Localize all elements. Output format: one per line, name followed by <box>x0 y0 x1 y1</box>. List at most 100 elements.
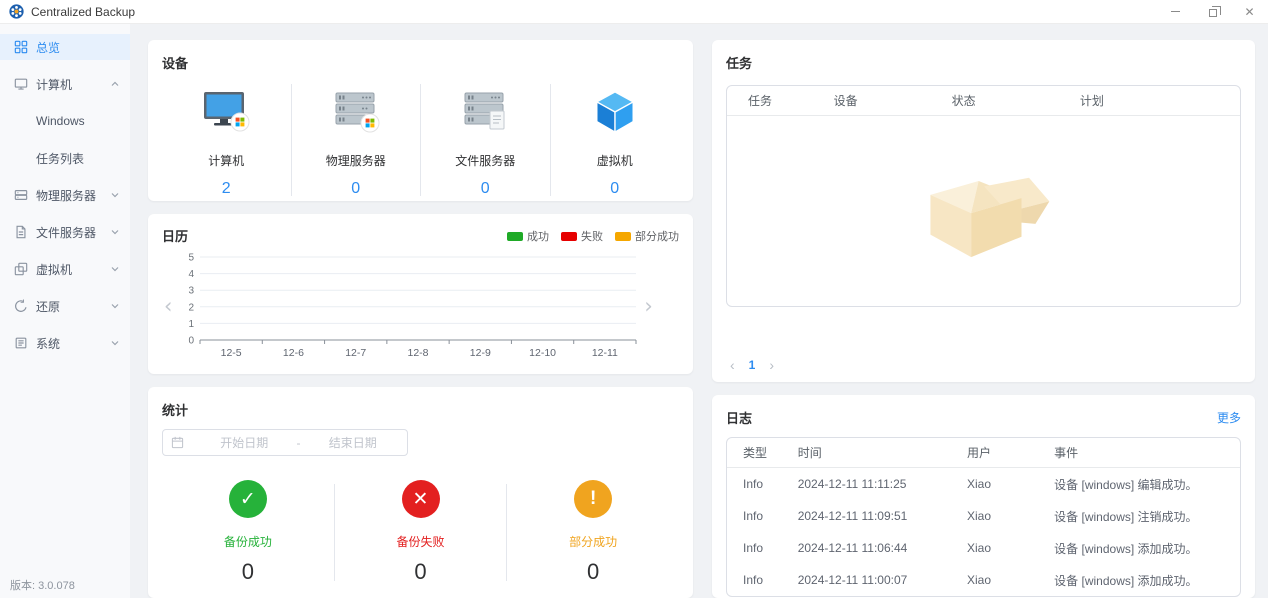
device-type-label: 计算机 <box>208 154 245 168</box>
legend-item[interactable]: 部分成功 <box>615 228 679 244</box>
log-cell: 设备 [windows] 注销成功。 <box>1054 509 1198 524</box>
svg-text:4: 4 <box>189 269 195 280</box>
close-icon: ✕ <box>1244 4 1255 19</box>
svg-text:5: 5 <box>189 253 195 264</box>
log-cell: Xiao <box>966 541 991 555</box>
stat-item-fail: ✕ 备份失败 0 <box>335 480 507 585</box>
tasks-pagination: ‹ 1 › <box>730 358 774 372</box>
svg-text:12-5: 12-5 <box>221 347 242 359</box>
log-cell: 设备 [windows] 编辑成功。 <box>1054 477 1198 492</box>
date-range-separator: - <box>296 435 301 450</box>
pagination-current-page[interactable]: 1 <box>749 358 756 372</box>
logs-title: 日志 <box>726 411 753 426</box>
tasks-column-header: 任务 <box>748 94 773 108</box>
sidebar-item-overview[interactable]: 总览 <box>0 34 130 60</box>
device-count-link[interactable]: 0 <box>481 180 490 198</box>
svg-text:3: 3 <box>189 286 195 297</box>
svg-text:12-9: 12-9 <box>470 347 491 359</box>
end-date-placeholder: 结束日期 <box>328 436 377 451</box>
statistics-card: 统计 开始日期 - 结束日期 ✓ 备份成功 0 ✕ 备份失败 0! 部分成功 0 <box>148 387 693 598</box>
legend-swatch <box>615 231 631 241</box>
svg-text:12-7: 12-7 <box>346 347 367 359</box>
physical-server-icon <box>330 82 382 142</box>
sidebar-nav: 总览计算机 Windows 任务列表物理服务器文件服务器虚拟机还原系统 <box>0 34 130 356</box>
close-button[interactable]: ✕ <box>1231 0 1268 23</box>
tasks-table-header: 任务 设备 状态 计划 <box>727 86 1240 116</box>
sidebar-item-label: 总览 <box>36 40 61 55</box>
statistics-row: ✓ 备份成功 0 ✕ 备份失败 0! 部分成功 0 <box>162 480 679 585</box>
legend-label: 部分成功 <box>635 231 679 244</box>
sidebar-item-computer[interactable]: 计算机 <box>0 71 130 97</box>
legend-label: 成功 <box>527 231 549 244</box>
logs-table-header: 类型 时间 用户 事件 <box>727 438 1240 468</box>
log-cell: Info <box>743 509 764 523</box>
date-range-picker[interactable]: 开始日期 - 结束日期 <box>162 429 408 457</box>
chevron-down-icon <box>110 301 120 311</box>
pagination-next-button[interactable]: › <box>769 358 774 372</box>
legend-item[interactable]: 成功 <box>507 228 549 244</box>
device-summary-item: 文件服务器 0 <box>421 82 550 198</box>
log-row: Info 2024-12-11 11:06:44 Xiao 设备 [windows] … <box>727 532 1240 564</box>
device-type-label: 物理服务器 <box>325 154 386 168</box>
chevron-down-icon <box>110 227 120 237</box>
stat-item-success: ✓ 备份成功 0 <box>162 480 334 585</box>
virtual-machine-icon <box>592 82 638 142</box>
device-count-link[interactable]: 2 <box>222 180 231 198</box>
sidebar-item-virtual-machine[interactable]: 虚拟机 <box>0 256 130 282</box>
start-date-placeholder: 开始日期 <box>220 436 269 451</box>
vm-icon <box>14 262 28 276</box>
log-cell: Info <box>743 541 764 555</box>
sidebar-item-label: Windows <box>36 114 85 128</box>
server-icon <box>14 188 28 202</box>
sidebar-item-system[interactable]: 系统 <box>0 330 130 356</box>
minimize-icon <box>1171 11 1180 12</box>
logs-table: 类型 时间 用户 事件 Info 2024-12-11 11:11:25 Xiao 设备 [… <box>726 437 1241 597</box>
legend-swatch <box>561 231 577 241</box>
log-cell: 2024-12-11 11:09:51 <box>797 509 908 523</box>
pagination-prev-button[interactable]: ‹ <box>730 358 735 372</box>
legend-label: 失败 <box>581 231 603 244</box>
device-count-link[interactable]: 0 <box>610 180 619 198</box>
device-type-label: 文件服务器 <box>455 154 516 168</box>
calendar-next-button[interactable]: › <box>642 295 654 317</box>
stat-label: 备份成功 <box>223 535 272 550</box>
sidebar-item-label: 系统 <box>36 336 61 351</box>
computer-icon <box>200 82 252 142</box>
tasks-empty-state <box>727 116 1240 306</box>
device-summary-item: 物理服务器 0 <box>292 82 421 198</box>
restore-window-icon <box>1208 5 1221 17</box>
sidebar-item-task-list[interactable]: 任务列表 <box>0 145 130 171</box>
chevron-down-icon <box>110 338 120 348</box>
restore-window-button[interactable] <box>1194 0 1231 23</box>
device-summary-item: 虚拟机 0 <box>551 82 680 198</box>
devices-card: 设备 计算机 2 物理服务器 0 文件服务器 0 虚拟机 0 <box>148 40 693 202</box>
log-cell: 2024-12-11 11:11:25 <box>797 477 907 491</box>
sidebar-item-restore[interactable]: 还原 <box>0 293 130 319</box>
logs-table-body: Info 2024-12-11 11:11:25 Xiao 设备 [windows] … <box>727 468 1240 596</box>
sidebar-item-file-server[interactable]: 文件服务器 <box>0 219 130 245</box>
device-count-link[interactable]: 0 <box>351 180 360 198</box>
sidebar-item-windows[interactable]: Windows <box>0 108 130 134</box>
grid-icon <box>14 40 28 54</box>
stat-value: 0 <box>414 559 427 585</box>
logs-column-header: 类型 <box>743 446 768 460</box>
log-cell: Info <box>743 573 764 587</box>
chart-legend: 成功 失败 部分成功 <box>507 228 679 244</box>
calendar-prev-button[interactable]: ‹ <box>162 295 174 317</box>
stat-value: 0 <box>587 559 600 585</box>
chevron-down-icon <box>110 190 120 200</box>
partial-circle-icon: ! <box>574 480 613 519</box>
legend-item[interactable]: 失败 <box>561 228 603 244</box>
fail-circle-icon: ✕ <box>401 480 440 519</box>
tasks-title: 任务 <box>726 56 753 71</box>
sidebar-item-label: 任务列表 <box>36 151 85 166</box>
minimize-button[interactable] <box>1157 0 1194 23</box>
more-link[interactable]: 更多 <box>1217 409 1241 426</box>
sidebar-item-physical-server[interactable]: 物理服务器 <box>0 182 130 208</box>
sidebar-item-label: 文件服务器 <box>36 225 97 240</box>
device-summary-item: 计算机 2 <box>162 82 291 198</box>
log-row: Info 2024-12-11 11:09:51 Xiao 设备 [windows] … <box>727 500 1240 532</box>
tasks-card: 任务 任务 设备 状态 计划 ‹ 1 › <box>712 40 1255 382</box>
svg-text:12-11: 12-11 <box>592 347 618 359</box>
devices-row: 计算机 2 物理服务器 0 文件服务器 0 虚拟机 0 <box>162 82 679 198</box>
